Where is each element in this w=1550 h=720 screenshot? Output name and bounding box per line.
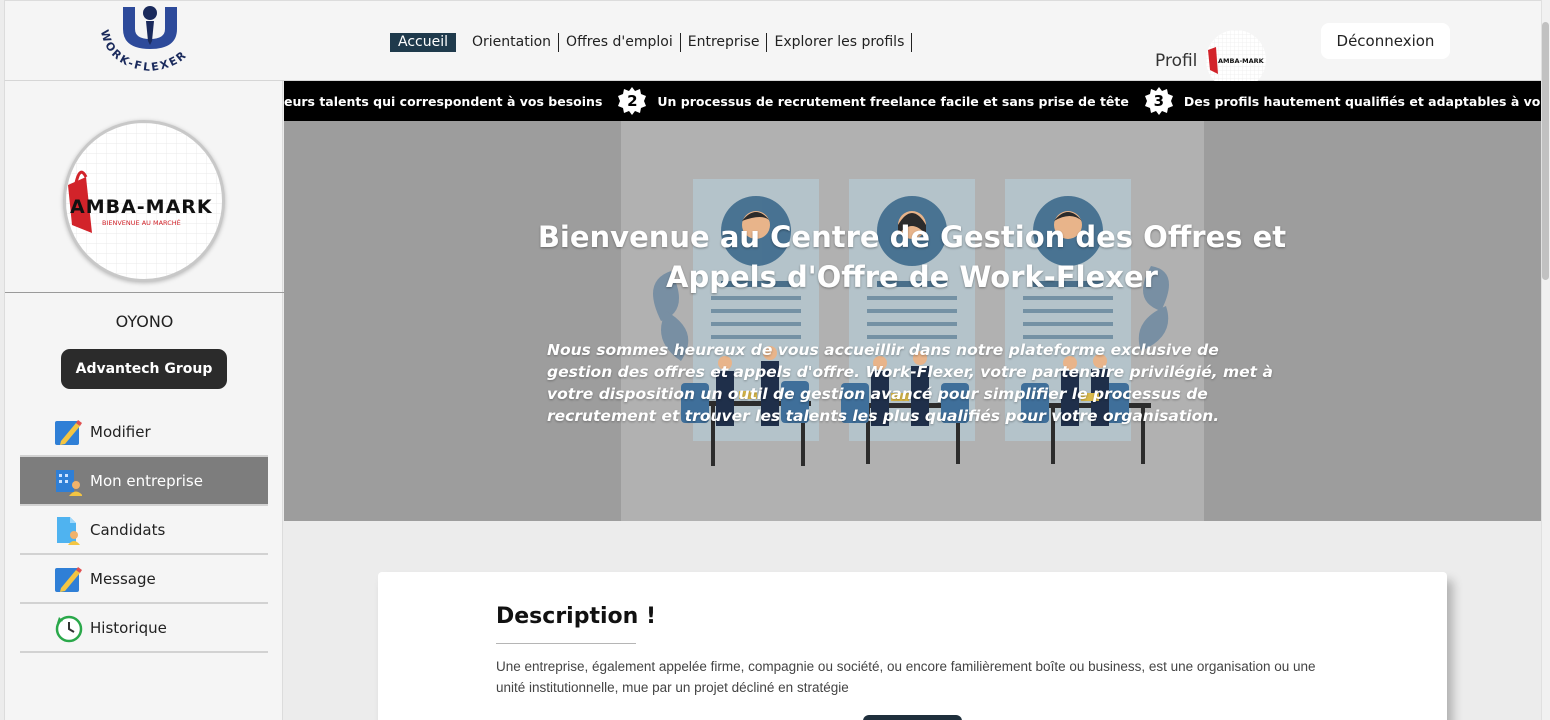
sidebar-item-historique[interactable]: Historique <box>20 604 268 653</box>
sidebar-item-label: Historique <box>90 618 167 637</box>
hero-title: Bienvenue au Centre de Gestion des Offre… <box>537 220 1287 294</box>
app: WORK-FLEXER Accueil Orientation Offres d… <box>0 0 1550 720</box>
company-logo[interactable]: AMBA-MARK BIENVENUE AU MARCHÉ <box>63 120 225 282</box>
description-divider <box>496 643 636 644</box>
recruitment-illustration <box>621 121 1204 521</box>
sidebar-item-label: Modifier <box>90 422 151 441</box>
profile-avatar-text: AMBA-MARK <box>1218 57 1265 65</box>
company-logo-text: AMBA-MARK <box>70 196 213 218</box>
description-text: Une entreprise, également appelée firme,… <box>496 659 1316 695</box>
ticker-text: Des profils hautement qualifiés et adapt… <box>1183 93 1541 109</box>
ticker-item: eurs talents qui correspondent à vos bes… <box>284 94 602 109</box>
ticker-item: 3 Des profils hautement qualifiés et ada… <box>1144 87 1541 115</box>
nav-orientation[interactable]: Orientation <box>465 32 560 52</box>
company-logo-subtext: BIENVENUE AU MARCHÉ <box>102 218 181 227</box>
work-flexer-logo[interactable]: WORK-FLEXER <box>93 1 208 79</box>
nav-explorer-profils[interactable]: Explorer les profils <box>767 32 913 52</box>
description-title: Description ! <box>496 604 656 629</box>
sidebar-menu: Modifier Mon entreprise Candidats Messag… <box>20 408 268 653</box>
history-clock-icon <box>54 613 83 643</box>
sidebar-item-candidats[interactable]: Candidats <box>20 506 268 555</box>
feature-ticker: eurs talents qui correspondent à vos bes… <box>284 81 1541 121</box>
description-action-button[interactable] <box>863 715 962 720</box>
hero-banner: Bienvenue au Centre de Gestion des Offre… <box>284 121 1541 521</box>
sidebar-item-label: Mon entreprise <box>90 471 203 490</box>
description-card: Description ! Une entreprise, également … <box>378 572 1447 720</box>
top-header: WORK-FLEXER Accueil Orientation Offres d… <box>4 0 1541 90</box>
sidebar-item-modifier[interactable]: Modifier <box>20 408 268 457</box>
nav-accueil[interactable]: Accueil <box>390 32 456 52</box>
ticker-text: eurs talents qui correspondent à vos bes… <box>284 93 603 109</box>
sidebar-item-mon-entreprise[interactable]: Mon entreprise <box>20 457 268 506</box>
nav-offres-emploi[interactable]: Offres d'emploi <box>559 32 681 52</box>
logout-button[interactable]: Déconnexion <box>1321 23 1450 59</box>
ticker-item: 2 Un processus de recrutement freelance … <box>618 87 1129 115</box>
candidate-doc-icon <box>54 515 82 545</box>
building-user-icon <box>54 466 83 496</box>
number-badge-icon: 2 <box>618 87 647 115</box>
sidebar-divider <box>5 292 284 293</box>
sidebar-item-label: Candidats <box>90 520 166 539</box>
edit-icon <box>54 417 82 447</box>
ticker-text: Un processus de recrutement freelance fa… <box>657 93 1129 109</box>
main-nav: Accueil Orientation Offres d'emploi Entr… <box>390 32 913 52</box>
message-edit-icon <box>54 564 82 594</box>
company-name-badge: Advantech Group <box>61 349 227 389</box>
number-badge-icon: 3 <box>1144 87 1173 115</box>
badge-number: 2 <box>627 92 638 110</box>
profile-label: Profil <box>1155 50 1198 71</box>
badge-number: 3 <box>1153 92 1165 110</box>
user-name: OYONO <box>115 312 174 331</box>
scrollbar-thumb[interactable] <box>1542 22 1549 280</box>
sidebar-item-label: Message <box>90 569 156 588</box>
hero-text: Nous sommes heureux de vous accueillir d… <box>547 341 1273 425</box>
nav-entreprise[interactable]: Entreprise <box>681 32 768 52</box>
sidebar: AMBA-MARK BIENVENUE AU MARCHÉ OYONO Adva… <box>4 81 284 720</box>
sidebar-item-message[interactable]: Message <box>20 555 268 604</box>
